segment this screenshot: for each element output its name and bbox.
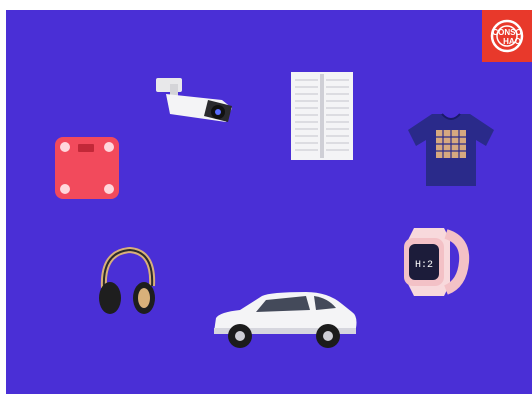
- smartwatch-icon: H:2: [404, 228, 470, 296]
- brand-logo: CONSO HAO: [482, 10, 532, 62]
- smart-scale-icon: [55, 137, 119, 199]
- logo-text-line2: HAO: [503, 37, 521, 46]
- stage: H:2 CONSO HAO: [0, 0, 532, 394]
- suv-car-icon: [214, 292, 357, 348]
- smart-tshirt-icon: [408, 113, 494, 186]
- watch-face-text: H:2: [415, 260, 433, 271]
- headphones-icon: [99, 246, 156, 314]
- window-blinds-icon: [291, 72, 353, 160]
- logo-text-line1: CONSO: [492, 28, 521, 37]
- security-camera-icon: [156, 78, 232, 122]
